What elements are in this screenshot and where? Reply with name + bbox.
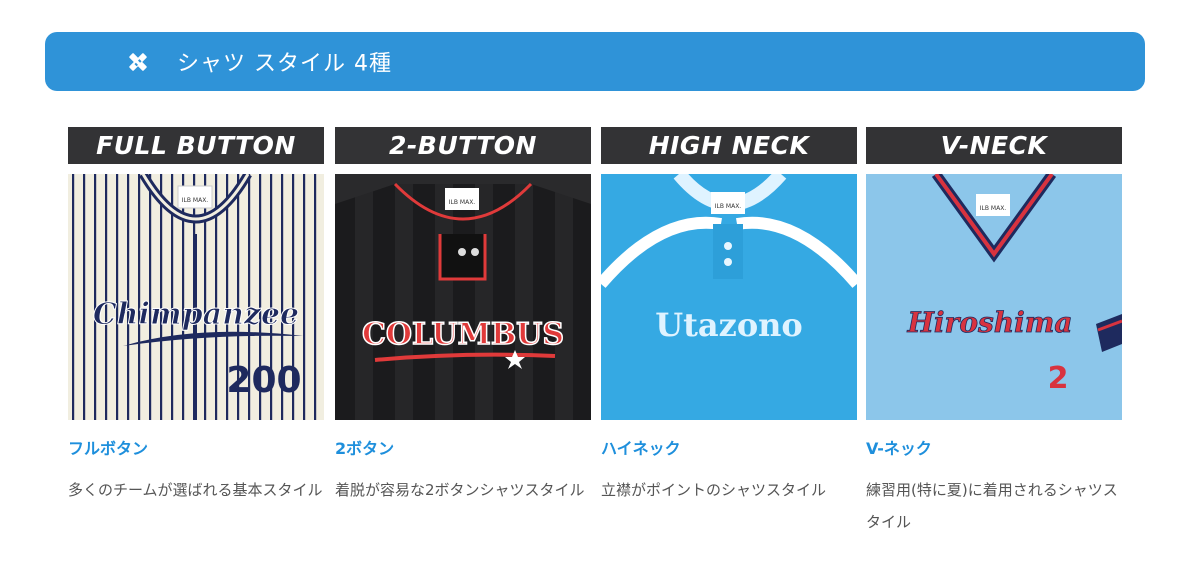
jersey-number: 200 (226, 360, 301, 401)
jersey-script: Chimpanzee (93, 297, 299, 332)
card-header: V-NECK (866, 127, 1122, 164)
brand-tag: ILB MAX. (715, 203, 742, 210)
shirt-style-card-high-neck: HIGH NECK ILB MAX. Utazono ハイネック 立襟がポイント… (601, 127, 857, 506)
brand-tag: ILB MAX. (980, 205, 1007, 212)
shirt-style-card-2-button: 2-BUTTON ILB MAX. COLUMBUS 2ボタン 着脱が容易な2ボ… (335, 127, 591, 506)
section-title: シャツ スタイル 4種 (177, 50, 392, 76)
style-description: 着脱が容易な2ボタンシャツスタイル (335, 481, 585, 499)
card-header: 2-BUTTON (335, 127, 591, 164)
jersey-photo-high-neck: ILB MAX. Utazono (601, 174, 857, 420)
jersey-number: 2 (1048, 361, 1069, 396)
style-name: 2ボタン (335, 439, 395, 458)
jersey-script: Utazono (655, 306, 803, 344)
card-header: FULL BUTTON (68, 127, 324, 164)
section-banner: シャツ スタイル 4種 (45, 32, 1145, 91)
pencil-ruler-icon (125, 49, 151, 75)
card-header: HIGH NECK (601, 127, 857, 164)
brand-tag: ILB MAX. (182, 197, 209, 204)
style-name: フルボタン (68, 439, 149, 458)
brand-tag: ILB MAX. (449, 199, 476, 206)
jersey-photo-2-button: ILB MAX. COLUMBUS (335, 174, 591, 420)
jersey-photo-v-neck: ILB MAX. Hiroshima 2 (866, 174, 1122, 420)
style-description: 多くのチームが選ばれる基本スタイル (68, 481, 323, 499)
jersey-script: COLUMBUS (362, 317, 564, 352)
shirt-style-card-v-neck: V-NECK ILB MAX. Hiroshima 2 V-ネック 練習用(特に… (866, 127, 1122, 538)
jersey-script: Hiroshima (906, 306, 1072, 339)
jersey-photo-full-button: ILB MAX. Chimpanzee 200 (68, 174, 324, 420)
style-description: 練習用(特に夏)に着用されるシャツスタイル (866, 481, 1118, 531)
shirt-style-card-full-button: FULL BUTTON ILB MAX. Chimpanzee 200 フルボタ… (68, 127, 324, 506)
style-name: ハイネック (601, 439, 681, 458)
style-description: 立襟がポイントのシャツスタイル (601, 481, 827, 499)
style-name: V-ネック (866, 439, 932, 458)
